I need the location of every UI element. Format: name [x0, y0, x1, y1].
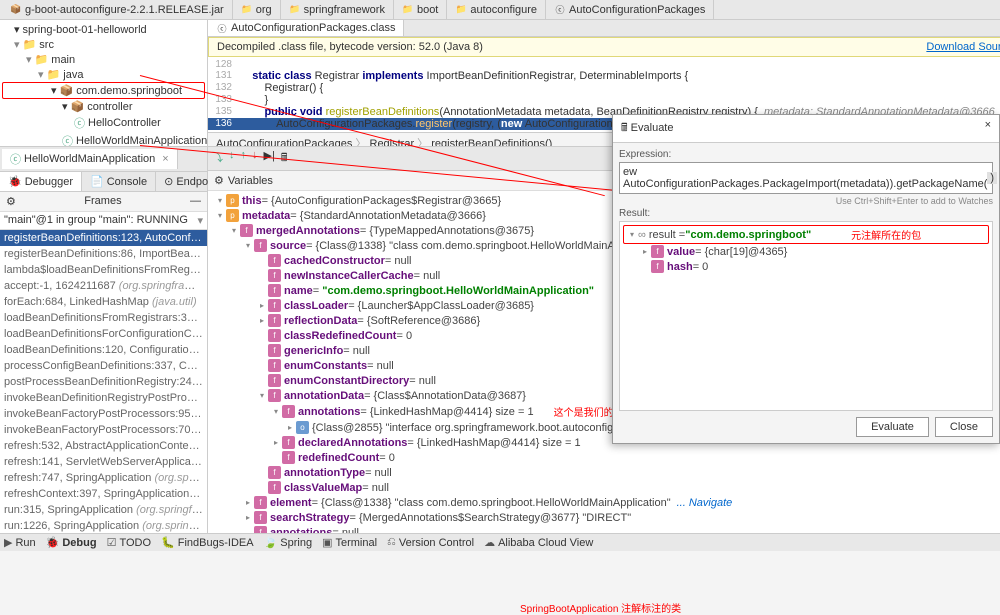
tree-node[interactable]: ▾spring-boot-01-helloworld: [2, 22, 205, 37]
debug-file-tab[interactable]: ⓒ HelloWorldMainApplication ×: [2, 149, 178, 169]
stack-frame[interactable]: registerBeanDefinitions:123, AutoConfigu…: [0, 230, 207, 246]
stack-frame[interactable]: refreshContext:397, SpringApplication (o…: [0, 486, 207, 502]
stack-frame[interactable]: refresh:532, AbstractApplicationContext …: [0, 438, 207, 454]
project-panel: ▾spring-boot-01-helloworld ▾ 📁 src ▾ 📁 m…: [0, 20, 208, 166]
hint-text: Use Ctrl+Shift+Enter to add to Watches: [619, 194, 993, 208]
variable-node[interactable]: fclassValueMap = null: [210, 480, 998, 495]
vcs-tool[interactable]: ⎌ Version Control: [387, 536, 474, 549]
path-tab[interactable]: 📁boot: [394, 0, 447, 19]
stack-frame[interactable]: forEach:684, LinkedHashMap (java.util): [0, 294, 207, 310]
expand-icon[interactable]: —: [190, 195, 201, 208]
stack-frame[interactable]: postProcessBeanDefinitionRegistry:242, C…: [0, 374, 207, 390]
step-out-icon[interactable]: ↑: [241, 149, 247, 168]
stack-frame[interactable]: refresh:747, SpringApplication (org.spri…: [0, 470, 207, 486]
close-button[interactable]: Close: [935, 417, 993, 437]
debug-tool[interactable]: 🐞 Debug: [46, 536, 97, 549]
path-tab[interactable]: 📁autoconfigure: [447, 0, 546, 19]
run-to-cursor-icon[interactable]: ▶|: [264, 149, 275, 168]
folder-icon: 📁: [402, 4, 414, 16]
variable-node[interactable]: fredefinedCount = 0: [210, 450, 998, 465]
result-label: Result:: [619, 208, 993, 219]
stack-frame[interactable]: run:315, SpringApplication (org.springfr…: [0, 502, 207, 518]
result-value: "com.demo.springboot": [685, 229, 811, 241]
path-tab[interactable]: 📦g-boot-autoconfigure-2.2.1.RELEASE.jar: [2, 0, 233, 19]
tree-node[interactable]: ▾ 📁 main: [2, 52, 205, 67]
thread-status: "main"@1 in group "main": RUNNING: [4, 214, 188, 227]
folder-icon: 📁: [455, 4, 467, 16]
variable-node[interactable]: ▸fsearchStrategy = {MergedAnnotations$Se…: [210, 510, 998, 525]
frames-list[interactable]: registerBeanDefinitions:123, AutoConfigu…: [0, 230, 207, 533]
tree-node[interactable]: ▾ 📁 java: [2, 67, 205, 82]
stack-frame[interactable]: loadBeanDefinitions:120, ConfigurationCl…: [0, 342, 207, 358]
frames-header: ⚙ Frames —: [0, 192, 207, 212]
expression-input[interactable]: ew AutoConfigurationPackages.PackageImpo…: [619, 162, 993, 194]
todo-tool[interactable]: ☑ TODO: [107, 536, 151, 549]
stack-frame[interactable]: registerBeanDefinitions:86, ImportBeanDe…: [0, 246, 207, 262]
evaluate-dialog: 🖩 Evaluate × Expression: ew AutoConfigur…: [612, 114, 1000, 444]
close-icon[interactable]: ×: [985, 119, 991, 138]
tab-console[interactable]: 📄 Console: [82, 172, 156, 191]
stack-frame[interactable]: processConfigBeanDefinitions:337, Config…: [0, 358, 207, 374]
stack-frame[interactable]: lambda$loadBeanDefinitionsFromRegistrars…: [0, 262, 207, 278]
alibaba-tool[interactable]: ☁ Alibaba Cloud View: [484, 536, 593, 549]
code-line[interactable]: 132 Registrar() {: [208, 82, 1000, 94]
code-line[interactable]: 131 static class Registrar implements Im…: [208, 70, 1000, 82]
top-path-tabs: 📦g-boot-autoconfigure-2.2.1.RELEASE.jar …: [0, 0, 1000, 20]
stack-frame[interactable]: refresh:141, ServletWebServerApplication…: [0, 454, 207, 470]
status-bar: ▶ Run 🐞 Debug ☑ TODO 🐛 FindBugs-IDEA 🍃 S…: [0, 533, 1000, 551]
stack-frame[interactable]: invokeBeanFactoryPostProcessors:706, Abs…: [0, 422, 207, 438]
step-into-icon[interactable]: ↓: [229, 149, 235, 168]
run-tool[interactable]: ▶ Run: [4, 536, 36, 549]
tree-node[interactable]: ▾ 📦 controller: [2, 99, 205, 114]
download-sources-link[interactable]: Download Sources: [926, 41, 1000, 53]
jar-icon: 📦: [10, 4, 22, 16]
path-tab[interactable]: 📁org: [233, 0, 281, 19]
decompile-banner: Decompiled .class file, bytecode version…: [208, 37, 1000, 57]
evaluate-button[interactable]: Evaluate: [856, 417, 929, 437]
spring-tool[interactable]: 🍃 Spring: [264, 536, 313, 549]
stack-frame[interactable]: accept:-1, 1624211687 (org.springframewo…: [0, 278, 207, 294]
close-icon[interactable]: ×: [162, 153, 168, 165]
code-line[interactable]: 133 }: [208, 94, 1000, 106]
evaluate-icon[interactable]: 🖩: [281, 149, 288, 168]
gear-icon[interactable]: ⚙: [6, 195, 16, 208]
terminal-tool[interactable]: ▣ Terminal: [322, 536, 377, 549]
result-tree[interactable]: ▾∞result = "com.demo.springboot" 元注解所在的包…: [619, 221, 993, 411]
editor-tab[interactable]: ⓒAutoConfigurationPackages.class: [208, 20, 404, 36]
path-tab[interactable]: ⓒAutoConfigurationPackages: [546, 0, 714, 19]
force-step-icon[interactable]: ↓: [252, 149, 258, 168]
stack-frame[interactable]: invokeBeanDefinitionRegistryPostProcesso…: [0, 390, 207, 406]
stack-frame[interactable]: run:1226, SpringApplication (org.springf…: [0, 518, 207, 533]
step-over-icon[interactable]: ⤵: [212, 149, 223, 168]
stack-frame[interactable]: loadBeanDefinitionsFromRegistrars:384, C…: [0, 310, 207, 326]
tree-node[interactable]: ▾ 📁 src: [2, 37, 205, 52]
path-tab[interactable]: 📁springframework: [281, 0, 394, 19]
class-icon: ⓒ: [216, 22, 228, 34]
class-icon: ⓒ: [554, 4, 566, 16]
project-tree[interactable]: ▾spring-boot-01-helloworld ▾ 📁 src ▾ 📁 m…: [0, 20, 207, 166]
variable-node[interactable]: fannotationType = null: [210, 465, 998, 480]
stack-frame[interactable]: loadBeanDefinitionsForConfigurationClass…: [0, 326, 207, 342]
expression-label: Expression:: [619, 149, 993, 160]
code-line[interactable]: 128: [208, 59, 1000, 70]
variable-node[interactable]: ▸felement = {Class@1338} "class com.demo…: [210, 495, 998, 510]
gear-icon[interactable]: ⚙: [214, 174, 224, 187]
variable-node[interactable]: fannotations = null: [210, 525, 998, 533]
tab-debugger[interactable]: 🐞 Debugger: [0, 172, 82, 191]
stack-frame[interactable]: invokeBeanFactoryPostProcessors:95, Post…: [0, 406, 207, 422]
findbugs-tool[interactable]: 🐛 FindBugs-IDEA: [161, 536, 254, 549]
folder-icon: 📁: [289, 4, 301, 16]
tree-node-package[interactable]: ▾ 📦 com.demo.springboot: [2, 82, 205, 99]
folder-icon: 📁: [241, 4, 253, 16]
tree-node[interactable]: ⓒ HelloController: [2, 114, 205, 132]
evaluate-icon: 🖩: [621, 122, 628, 134]
